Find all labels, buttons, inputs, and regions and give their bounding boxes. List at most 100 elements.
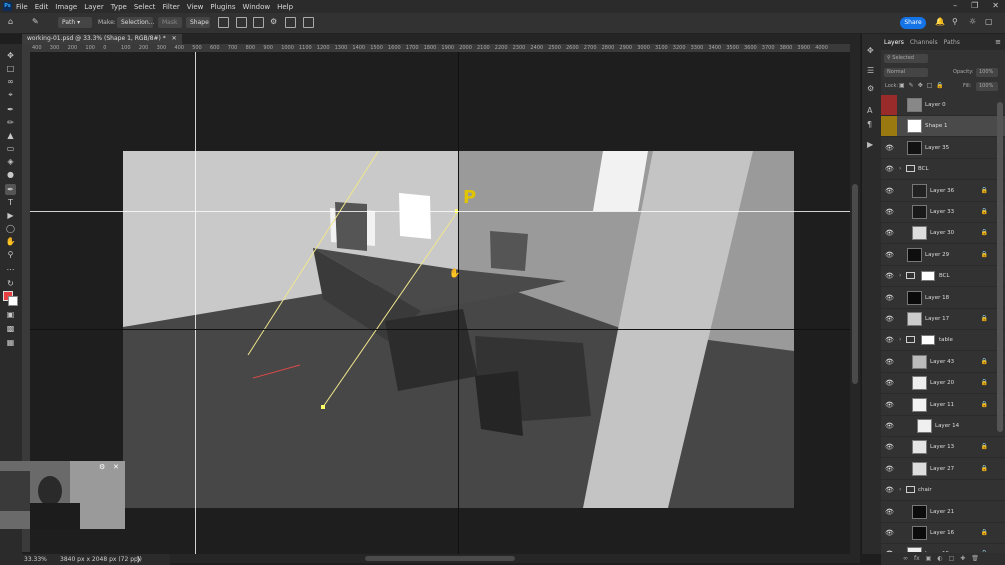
visibility-toggle[interactable]: 👁 [881,437,897,457]
workspace-icon[interactable]: ▢ [985,17,993,26]
delete-layer-icon[interactable]: 🗑 [971,553,979,565]
swap-colors-icon[interactable]: ↻ [5,278,16,289]
visibility-toggle[interactable]: 👁 [881,416,897,436]
screen-mode-icon[interactable]: ▩ [5,323,16,334]
layer-name[interactable]: Layer 33 [930,202,954,222]
visibility-toggle[interactable]: 👁 [881,395,897,415]
fx-icon[interactable]: fx [914,553,920,565]
menu-view[interactable]: View [187,3,204,11]
menu-layer[interactable]: Layer [84,3,104,11]
minimize-icon[interactable]: – [953,1,957,10]
properties-icon[interactable]: ☰ [867,66,874,75]
layer-row[interactable]: 👁 Layer 11 🔒 [881,395,1005,416]
layer-row[interactable]: Shape 1 [881,116,1005,138]
home-icon[interactable]: ⌂ [8,17,13,26]
layer-thumbnail[interactable] [912,354,927,369]
layer-thumbnail[interactable] [907,119,922,134]
visibility-toggle[interactable]: 👁 [881,288,897,308]
quick-mask-icon[interactable]: ▣ [5,309,16,320]
crop-tool-icon[interactable]: ⌖ [5,89,16,100]
layer-thumbnail[interactable] [912,440,927,455]
vertical-scroll-thumb[interactable] [852,184,858,384]
layer-row[interactable]: 👁 Layer 33 🔒 [881,202,1005,223]
visibility-toggle[interactable]: 👁 [881,245,897,265]
layer-name[interactable]: Layer 20 [930,373,954,393]
layer-thumbnail[interactable] [912,461,927,476]
layer-thumbnail[interactable] [907,140,922,155]
expand-chevron-icon[interactable]: › [899,159,901,179]
layer-name[interactable]: Layer 16 [930,523,954,543]
layer-thumbnail[interactable] [917,419,932,433]
layer-name[interactable]: Layer 43 [930,352,954,372]
character-icon[interactable]: A [867,106,872,115]
layer-thumbnail[interactable] [912,205,927,219]
visibility-toggle[interactable]: 👁 [881,544,897,552]
layer-name[interactable]: Layer 36 [930,181,954,201]
visibility-toggle[interactable] [881,95,897,115]
group-mask-thumbnail[interactable] [921,271,935,282]
layer-name[interactable]: Layer 15 [925,544,949,552]
layer-name[interactable]: Layer 21 [930,502,954,522]
layer-row[interactable]: 👁 Layer 18 [881,288,1005,309]
pen-tool-active-icon[interactable]: ✒ [5,184,16,195]
layer-name[interactable]: BCL [918,159,929,179]
canvas-area[interactable]: P ✋ [30,52,850,554]
layer-name[interactable]: Layer 27 [930,459,954,479]
guide-vertical-center[interactable] [458,52,459,554]
visibility-toggle[interactable]: 👁 [881,138,897,158]
layer-name[interactable]: Layer 11 [930,395,954,415]
mask-button[interactable]: Mask [158,17,182,28]
layer-name[interactable]: Layer 35 [925,138,949,158]
opacity-input[interactable]: 100% [976,68,998,77]
menu-type[interactable]: Type [111,3,127,11]
add-mask-icon[interactable]: ▣ [926,553,932,565]
layer-row[interactable]: 👁 Layer 21 [881,502,1005,523]
layer-thumbnail[interactable] [907,547,922,552]
pen-tool-icon[interactable]: ✎ [32,17,39,26]
layers-scrollbar[interactable] [997,102,1003,432]
blend-mode-select[interactable]: Normal [884,68,928,77]
lasso-tool-icon[interactable]: ∞ [5,76,16,87]
adjustments-icon[interactable]: ⚙ [867,84,874,93]
paragraph-icon[interactable]: ¶ [867,120,872,129]
auto-add-delete-icon[interactable] [285,17,296,28]
discover-icon[interactable]: ☼ [969,17,976,26]
layer-row[interactable]: 👁 Layer 30 🔒 [881,223,1005,245]
path-operations-icon[interactable] [218,17,229,28]
menu-image[interactable]: Image [55,3,77,11]
actions-play-icon[interactable]: ▶ [867,140,873,149]
layer-row[interactable]: 👁 Layer 14 [881,416,1005,437]
layer-name[interactable]: Layer 17 [925,309,949,329]
zoom-tool-icon[interactable]: ⚲ [5,249,16,260]
bell-icon[interactable]: 🔔 [935,17,945,26]
layer-name[interactable]: Layer 30 [930,223,954,243]
panel-menu-icon[interactable]: ≡ [995,38,1001,46]
layer-thumbnail[interactable] [912,376,927,391]
layer-row[interactable]: 👁 › table [881,330,1005,352]
dodge-tool-icon[interactable]: ● [5,169,16,180]
close-icon[interactable]: ✕ [992,1,999,10]
horizontal-scroll-thumb[interactable] [365,556,515,561]
restore-icon[interactable]: ❐ [971,1,978,10]
close-tab-icon[interactable]: ✕ [172,35,177,42]
layer-filter-select[interactable]: ⚲ Selected [884,54,928,63]
marquee-tool-icon[interactable]: □ [5,63,16,74]
menu-edit[interactable]: Edit [35,3,49,11]
expand-chevron-icon[interactable]: › [899,480,901,500]
visibility-toggle[interactable]: 👁 [881,223,897,243]
webcam-settings-icon[interactable]: ⚙ [99,463,105,471]
visibility-toggle[interactable]: 👁 [881,159,897,179]
move-tool-icon[interactable]: ✥ [5,50,16,61]
layer-thumbnail[interactable] [907,312,922,326]
visibility-toggle[interactable]: 👁 [881,373,897,393]
guide-horizontal-bottom[interactable] [30,329,850,330]
layer-name[interactable]: Layer 14 [935,416,959,436]
ellipse-tool-icon[interactable]: ◯ [5,223,16,234]
layer-name[interactable]: Layer 29 [925,245,949,265]
layer-row[interactable]: 👁 › BCL [881,266,1005,288]
bucket-tool-icon[interactable]: ◈ [5,156,16,167]
guide-horizontal-top[interactable] [30,211,850,212]
layer-thumbnail[interactable] [912,397,927,412]
zoom-level[interactable]: 33.33% [24,554,47,565]
stamp-tool-icon[interactable]: ▲ [5,130,16,141]
